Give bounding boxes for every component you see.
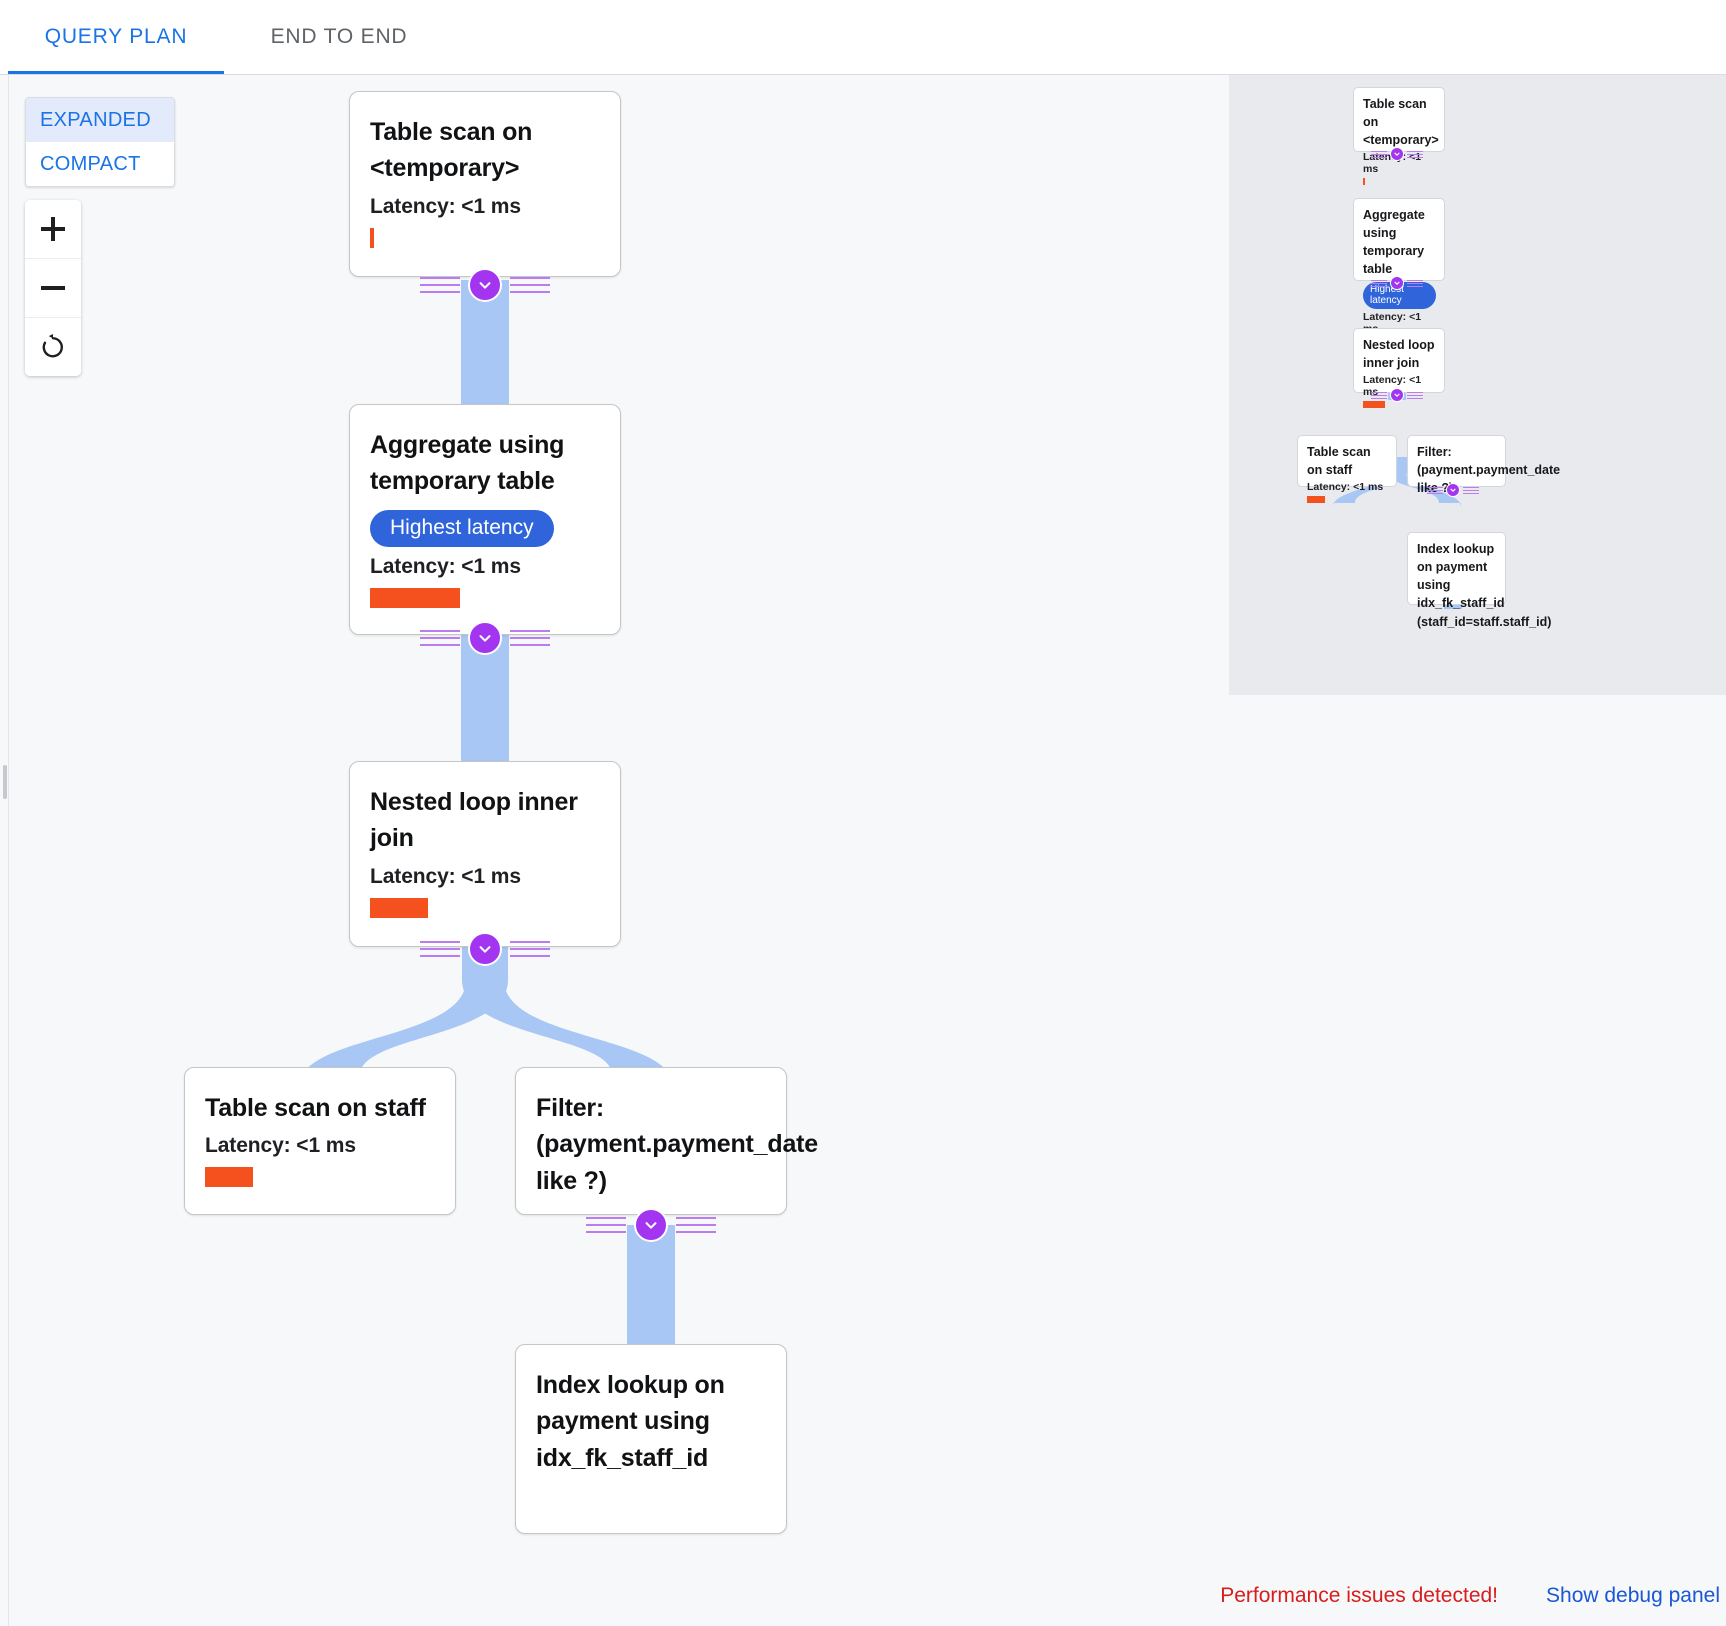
latency-bar bbox=[370, 587, 460, 608]
status-footer: Performance issues detected! Show debug … bbox=[1220, 1566, 1726, 1626]
plan-connector-collapse-1[interactable] bbox=[420, 268, 550, 302]
tab-bar: QUERY PLAN END TO END bbox=[0, 0, 1726, 75]
plus-icon bbox=[41, 217, 65, 241]
minimap-panel[interactable]: Table scan on <temporary> Latency: <1 ms… bbox=[1229, 75, 1726, 695]
view-mode-compact[interactable]: COMPACT bbox=[26, 142, 174, 186]
chevron-down-glyph bbox=[1394, 281, 1400, 285]
tab-query-plan-label: QUERY PLAN bbox=[44, 25, 188, 48]
plan-node-aggregate-temporary-table[interactable]: Aggregate using temporary table Highest … bbox=[349, 404, 621, 635]
minimap-node-filter[interactable]: Filter: (payment.payment_date like ?) bbox=[1407, 435, 1560, 495]
minus-icon bbox=[41, 286, 65, 290]
chevron-down-glyph bbox=[1394, 152, 1400, 156]
tab-query-plan[interactable]: QUERY PLAN bbox=[8, 0, 224, 74]
plan-connector-collapse-4[interactable] bbox=[586, 1208, 716, 1242]
highest-latency-badge: Highest latency bbox=[370, 509, 554, 547]
minimap-node-title: Aggregate using temporary table bbox=[1363, 208, 1425, 277]
latency-bar bbox=[370, 897, 428, 918]
plan-node-title: Aggregate using temporary table bbox=[370, 431, 565, 496]
panel-resize-handle[interactable] bbox=[3, 765, 7, 799]
minimap-node-index-lookup[interactable]: Index lookup on payment using idx_fk_sta… bbox=[1407, 532, 1551, 629]
plan-connector-collapse-2[interactable] bbox=[420, 621, 550, 655]
zoom-controls[interactable] bbox=[25, 200, 81, 376]
minimap-node-title: Nested loop inner join bbox=[1363, 338, 1435, 371]
plan-node-title: Filter: (payment.payment_date like ?) bbox=[536, 1094, 818, 1195]
left-rail bbox=[0, 75, 9, 1626]
minimap-connector-1[interactable] bbox=[1371, 147, 1423, 161]
plan-node-filter-payment-date[interactable]: Filter: (payment.payment_date like ?) bbox=[515, 1067, 818, 1215]
chevron-down-glyph bbox=[479, 282, 491, 289]
minimap-node-title: Table scan on staff bbox=[1307, 445, 1371, 478]
plan-node-latency: Latency: <1 ms bbox=[370, 194, 521, 218]
plan-node-title: Table scan on staff bbox=[205, 1094, 426, 1122]
chevron-down-icon[interactable] bbox=[1390, 147, 1404, 161]
chevron-down-glyph bbox=[645, 1222, 657, 1229]
minimap-node-latency: Latency: <1 ms bbox=[1307, 481, 1384, 494]
minimap-latency-bar bbox=[1363, 178, 1365, 186]
chevron-down-glyph bbox=[479, 635, 491, 642]
tab-end-to-end[interactable]: END TO END bbox=[240, 0, 438, 74]
chevron-down-glyph bbox=[1394, 393, 1400, 397]
minimap-node-title: Index lookup on payment using idx_fk_sta… bbox=[1417, 542, 1552, 629]
zoom-in-button[interactable] bbox=[25, 200, 81, 258]
minimap-node-nested-loop[interactable]: Nested loop inner join Latency: <1 ms bbox=[1353, 328, 1445, 409]
view-mode-expanded[interactable]: EXPANDED bbox=[26, 98, 174, 142]
latency-bar bbox=[370, 227, 374, 248]
minimap-connector-3[interactable] bbox=[1371, 388, 1423, 402]
chevron-down-glyph bbox=[1450, 488, 1456, 492]
view-mode-expanded-label: EXPANDED bbox=[40, 109, 151, 131]
plan-node-table-scan-temporary[interactable]: Table scan on <temporary> Latency: <1 ms bbox=[349, 91, 621, 277]
plan-connector-collapse-3[interactable] bbox=[420, 932, 550, 966]
chevron-down-icon[interactable] bbox=[468, 621, 502, 655]
chevron-down-glyph bbox=[479, 946, 491, 953]
chevron-down-icon[interactable] bbox=[1390, 276, 1404, 290]
performance-warning-text: Performance issues detected! bbox=[1220, 1584, 1499, 1607]
view-mode-compact-label: COMPACT bbox=[40, 153, 141, 175]
plan-node-latency: Latency: <1 ms bbox=[205, 1134, 356, 1158]
minimap-node-table-scan-staff[interactable]: Table scan on staff Latency: <1 ms bbox=[1297, 435, 1397, 504]
minimap-node-aggregate[interactable]: Aggregate using temporary table Highest … bbox=[1353, 198, 1445, 345]
plan-node-title: Index lookup on payment using idx_fk_sta… bbox=[536, 1371, 725, 1472]
tab-end-to-end-label: END TO END bbox=[270, 25, 408, 48]
reset-rotate-icon bbox=[42, 334, 63, 358]
chevron-down-icon[interactable] bbox=[468, 932, 502, 966]
minimap-node-table-scan-temporary[interactable]: Table scan on <temporary> Latency: <1 ms bbox=[1353, 87, 1445, 186]
minimap-connector-2[interactable] bbox=[1371, 276, 1423, 290]
show-debug-panel-link[interactable]: Show debug panel bbox=[1546, 1584, 1720, 1608]
query-plan-canvas[interactable]: EXPANDED COMPACT Table scan on <temporar… bbox=[0, 75, 1726, 1626]
chevron-down-icon[interactable] bbox=[1446, 483, 1460, 497]
zoom-out-button[interactable] bbox=[25, 258, 81, 317]
chevron-down-icon[interactable] bbox=[468, 268, 502, 302]
plan-node-title: Nested loop inner join bbox=[370, 788, 578, 853]
chevron-down-icon[interactable] bbox=[1390, 388, 1404, 402]
plan-node-title: Table scan on <temporary> bbox=[370, 118, 533, 183]
latency-bar bbox=[205, 1167, 253, 1188]
view-mode-toggle[interactable]: EXPANDED COMPACT bbox=[25, 97, 175, 187]
plan-node-table-scan-staff[interactable]: Table scan on staff Latency: <1 ms bbox=[184, 1067, 456, 1215]
chevron-down-icon[interactable] bbox=[634, 1208, 668, 1242]
zoom-reset-button[interactable] bbox=[25, 317, 81, 376]
minimap-connector-4[interactable] bbox=[1427, 483, 1479, 497]
plan-node-latency: Latency: <1 ms bbox=[370, 864, 521, 888]
minimap-latency-bar bbox=[1363, 401, 1385, 409]
minimap-node-title: Table scan on <temporary> bbox=[1363, 97, 1439, 148]
minimap-latency-bar bbox=[1307, 496, 1325, 504]
plan-node-nested-loop-inner-join[interactable]: Nested loop inner join Latency: <1 ms bbox=[349, 761, 621, 947]
plan-node-latency: Latency: <1 ms bbox=[370, 554, 521, 578]
plan-node-index-lookup-payment[interactable]: Index lookup on payment using idx_fk_sta… bbox=[515, 1344, 787, 1534]
tab-active-underline bbox=[8, 71, 224, 74]
